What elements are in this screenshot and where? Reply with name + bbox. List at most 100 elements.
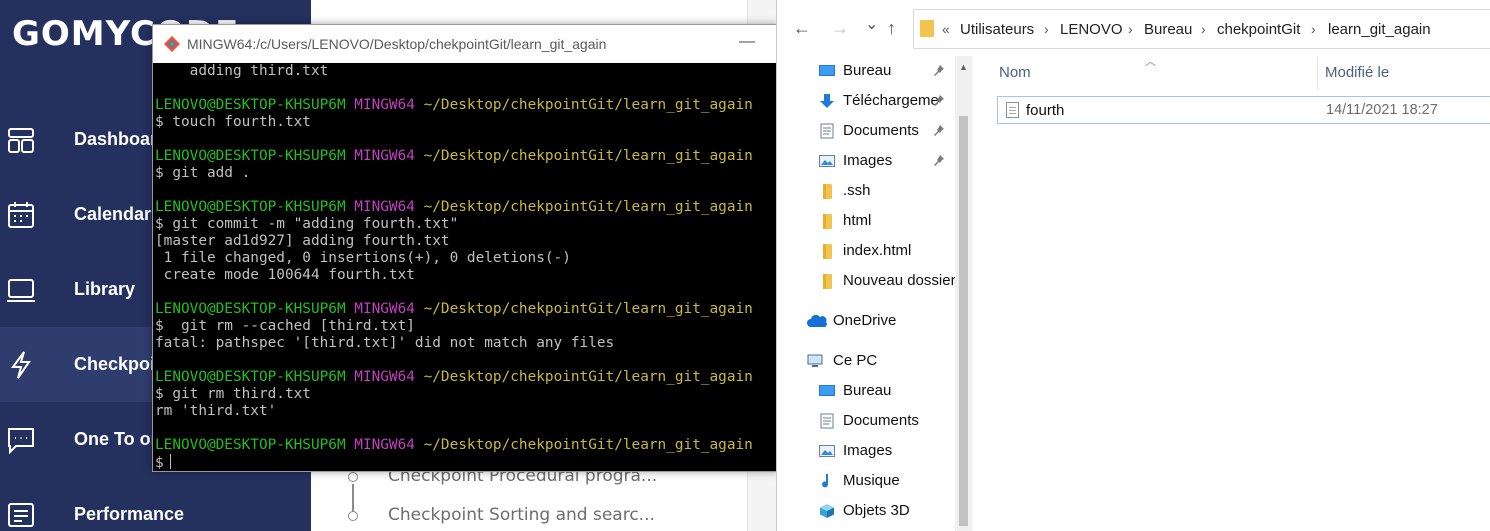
minimize-button[interactable]: —	[739, 33, 755, 51]
nav-item-label: Bureau	[843, 62, 892, 79]
prompt-path: ~/Desktop/chekpointGit/learn_git_again	[423, 369, 753, 385]
prompt-env: MINGW64	[354, 437, 415, 453]
prompt-user: LENOVO@DESKTOP-KHSUP6M	[155, 97, 346, 113]
nav-item-bureau[interactable]: Bureau	[777, 376, 955, 406]
nav-item-objets-3d[interactable]: Objets 3D	[777, 496, 955, 526]
report-icon	[6, 500, 36, 530]
scroll-up-icon[interactable]: ▲	[959, 62, 968, 72]
prompt-user: LENOVO@DESKTOP-KHSUP6M	[155, 148, 346, 164]
lightning-icon	[6, 350, 36, 380]
timeline-connector	[352, 484, 354, 512]
scrollbar-thumb[interactable]	[959, 116, 968, 526]
output-line: adding third.txt	[155, 63, 329, 79]
folder-icon	[819, 273, 835, 289]
breadcrumb-separator[interactable]: ›	[1128, 21, 1133, 37]
nav-item-label: .ssh	[843, 182, 871, 199]
nav-item-label: Ce PC	[833, 352, 878, 369]
nav-item-nouveau-dossier[interactable]: Nouveau dossier	[777, 266, 956, 296]
nav-item-label: Documents	[843, 122, 919, 139]
laptop-icon	[6, 275, 36, 305]
sort-caret-icon: ︿	[1145, 56, 1156, 68]
breadcrumb-lenovo[interactable]: LENOVO	[1060, 21, 1123, 38]
file-modified-date: 14/11/2021 18:27	[1326, 102, 1438, 118]
timeline-dot-icon	[348, 511, 358, 521]
column-header-name[interactable]: Nom	[999, 64, 1031, 81]
up-button[interactable]: ↑	[887, 18, 896, 39]
sidebar-item-label: Calendar	[74, 204, 152, 224]
nav-item-label: index.html	[843, 242, 912, 259]
output-line: 1 file changed, 0 insertions(+), 0 delet…	[155, 250, 571, 266]
download-icon	[819, 93, 835, 109]
output-line: fatal: pathspec '[third.txt]' did not ma…	[155, 335, 615, 351]
breadcrumb-separator[interactable]: ›	[1044, 21, 1049, 37]
file-row[interactable]: fourth 14/11/2021 18:27	[997, 96, 1490, 124]
nav-item-label: html	[843, 212, 872, 229]
nav-item-onedrive[interactable]: OneDrive	[777, 306, 955, 336]
prompt-env: MINGW64	[354, 199, 415, 215]
output-line: $ git commit -m "adding fourth.txt"	[155, 216, 459, 232]
output-line: $ touch fourth.txt	[155, 114, 311, 130]
prompt-symbol: $	[155, 455, 164, 471]
recent-locations-dropdown[interactable]: ⌄	[865, 14, 878, 34]
breadcrumb-separator[interactable]: ›	[1311, 21, 1316, 37]
nav-item-html[interactable]: html	[777, 206, 955, 236]
breadcrumb-separator[interactable]: ›	[1201, 21, 1206, 37]
prompt-user: LENOVO@DESKTOP-KHSUP6M	[155, 199, 346, 215]
nav-item-bureau[interactable]: Bureau	[777, 56, 955, 86]
nav-item-images[interactable]: Images	[777, 146, 955, 176]
terminal-title: MINGW64:/c/Users/LENOVO/Desktop/chekpoin…	[187, 36, 607, 52]
output-line: create mode 100644 fourth.txt	[155, 267, 415, 283]
breadcrumb-chekpointgit[interactable]: chekpointGit	[1217, 21, 1300, 38]
nav-item-label: Images	[843, 442, 893, 459]
terminal-output[interactable]: adding third.txt LENOVO@DESKTOP-KHSUP6M M…	[153, 63, 777, 471]
command-input-line[interactable]: $	[155, 454, 171, 471]
breadcrumb-overflow[interactable]: «	[942, 21, 950, 37]
prompt-env: MINGW64	[354, 148, 415, 164]
prompt-line: LENOVO@DESKTOP-KHSUP6M MINGW64 ~/Desktop…	[155, 301, 753, 318]
nav-item-documents[interactable]: Documents	[777, 406, 955, 436]
nav-item-documents[interactable]: Documents	[777, 116, 955, 146]
terminal-titlebar[interactable]: MINGW64:/c/Users/LENOVO/Desktop/chekpoin…	[153, 25, 777, 63]
terminal-window[interactable]: MINGW64:/c/Users/LENOVO/Desktop/chekpoin…	[152, 24, 778, 472]
navigation-pane: Bureau Téléchargeme Documents Images .ssh htm…	[777, 56, 973, 531]
output-line: $ git add .	[155, 165, 251, 181]
pin-icon	[933, 64, 945, 79]
dashboard-icon	[6, 125, 36, 155]
computer-icon	[807, 353, 823, 369]
address-toolbar: ← → ⌄ ↑ « Utilisateurs › LENOVO › Bureau…	[777, 0, 1490, 56]
nav-item-t-l-chargeme[interactable]: Téléchargeme	[777, 86, 955, 116]
folder-icon	[920, 20, 934, 37]
nav-item-images[interactable]: Images	[777, 436, 955, 466]
file-explorer-window: ← → ⌄ ↑ « Utilisateurs › LENOVO › Bureau…	[776, 0, 1490, 531]
column-header-modified[interactable]: Modifié le	[1325, 64, 1389, 81]
output-line: rm 'third.txt'	[155, 403, 277, 419]
nav-item-ssh[interactable]: .ssh	[777, 176, 955, 206]
breadcrumb-bureau[interactable]: Bureau	[1144, 21, 1192, 38]
cube-icon	[819, 503, 835, 519]
address-bar[interactable]: « Utilisateurs › LENOVO › Bureau › chekp…	[913, 9, 1490, 49]
prompt-env: MINGW64	[354, 301, 415, 317]
output-line: [master ad1d927] adding fourth.txt	[155, 233, 450, 249]
forward-button[interactable]: →	[831, 18, 849, 39]
sidebar-item-performance[interactable]: Performance	[0, 477, 311, 531]
prompt-line: LENOVO@DESKTOP-KHSUP6M MINGW64 ~/Desktop…	[155, 369, 753, 386]
prompt-path: ~/Desktop/chekpointGit/learn_git_again	[423, 301, 753, 317]
breadcrumb-utilisateurs[interactable]: Utilisateurs	[960, 21, 1034, 38]
file-name: fourth	[1026, 102, 1065, 119]
breadcrumb-learn-git-again[interactable]: learn_git_again	[1328, 21, 1431, 38]
navigation-pane-scrollbar[interactable]: ▲	[955, 56, 972, 531]
git-bash-icon	[163, 35, 181, 53]
nav-item-ce-pc[interactable]: Ce PC	[777, 346, 955, 376]
prompt-path: ~/Desktop/chekpointGit/learn_git_again	[423, 148, 753, 164]
column-divider[interactable]	[1317, 56, 1318, 90]
nav-item-index-html[interactable]: index.html	[777, 236, 955, 266]
nav-item-musique[interactable]: Musique	[777, 466, 955, 496]
nav-item-label: Images	[843, 152, 893, 169]
prompt-user: LENOVO@DESKTOP-KHSUP6M	[155, 437, 346, 453]
desktop-icon	[819, 383, 835, 399]
pin-icon	[933, 124, 945, 139]
back-button[interactable]: ←	[793, 18, 811, 39]
images-icon	[819, 153, 835, 169]
checkpoint-item-label: Checkpoint Sorting and searc...	[388, 505, 655, 525]
nav-item-label: Bureau	[843, 382, 892, 399]
